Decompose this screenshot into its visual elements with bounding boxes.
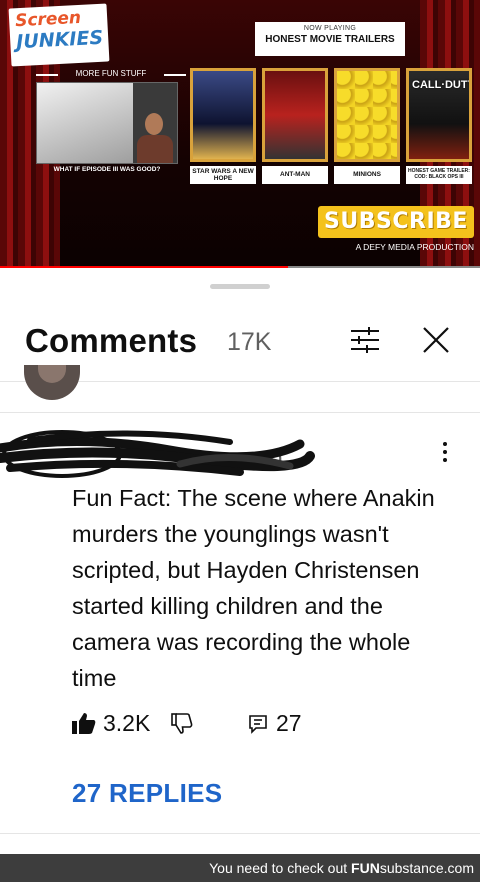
like-count: 3.2K [103,710,151,736]
watermark-prefix: You need to check out [209,860,352,876]
comments-sheet: Comments 17K y ago Fun Fact: The scene w… [0,270,480,854]
comment-text: Fun Fact: The scene where Anakin murders… [72,485,435,691]
poster-call-of-duty[interactable]: CALL·DUTY [406,68,472,162]
thumbs-down-icon[interactable] [171,713,193,735]
view-replies-link[interactable]: 27 REPLIES [72,778,222,809]
poster-label: HONEST GAME TRAILER: COD: BLACK OPS III [406,166,472,184]
now-playing-title: HONEST MOVIE TRAILERS [265,34,395,45]
poster-ant-man[interactable] [262,68,328,162]
bottom-divider [0,833,480,834]
thumbnail-host-body [137,135,173,163]
poster-art-text: CALL·DUTY [412,79,472,91]
logo-line-2: JUNKIES [15,26,104,54]
poster-label: ANT-MAN [262,166,328,184]
comment-divider [0,412,480,413]
watermark-brand-bold: FUN [351,860,380,876]
thumbnail-host-head [145,113,163,135]
reply-count: 27 [276,710,302,736]
thumbnail-scene [37,83,133,163]
poster-label: MINIONS [334,166,400,184]
poster-star-wars[interactable] [190,68,256,162]
comment-item: y ago Fun Fact: The scene where Anakin m… [0,420,480,720]
now-playing-label: NOW PLAYING [303,25,357,32]
avatar[interactable] [24,365,80,400]
comment-reply-icon[interactable] [248,714,268,734]
watermark-text: You need to check out FUNsubstance.com [209,860,474,876]
video-progress-bar[interactable] [0,266,480,268]
production-credit: A DEFY MEDIA PRODUCTION [355,242,474,252]
poster-label: STAR WARS A NEW HOPE [190,166,256,184]
filter-icon[interactable] [347,325,383,355]
comments-title: Comments [25,322,198,359]
endscreen-video-caption: WHAT IF EPISODE III WAS GOOD? [53,166,161,173]
endscreen-video-thumbnail[interactable] [36,82,178,164]
watermark-bar: You need to check out FUNsubstance.com [0,854,480,882]
drag-handle[interactable] [210,284,270,289]
subscribe-button[interactable]: SUBSCRIBE [318,206,474,238]
close-icon[interactable] [418,322,454,358]
more-vertical-icon[interactable] [438,440,452,464]
video-progress-played [0,266,288,268]
more-fun-heading: MORE FUN STUFF [36,69,186,78]
poster-minions[interactable] [334,68,400,162]
thumbs-up-icon[interactable] [72,712,96,734]
watermark-brand-rest: substance.com [379,860,474,876]
comment-actions: 3.2K 27 [72,710,452,740]
channel-logo: Screen JUNKIES [8,3,110,67]
comments-count: 17K [227,328,272,356]
now-playing-card[interactable]: NOW PLAYING HONEST MOVIE TRAILERS [255,22,405,56]
video-player[interactable]: Screen JUNKIES NOW PLAYING HONEST MOVIE … [0,0,480,268]
